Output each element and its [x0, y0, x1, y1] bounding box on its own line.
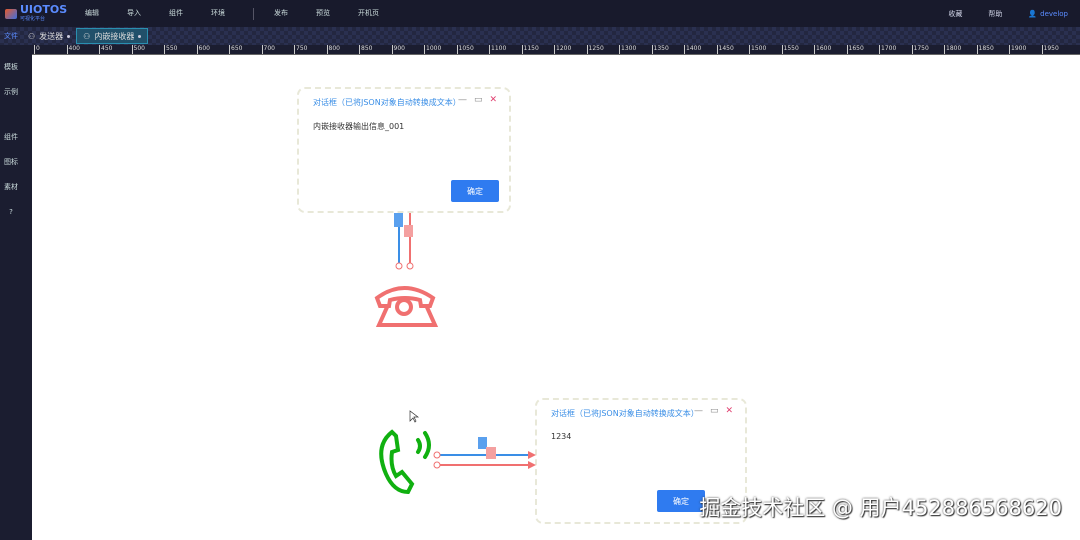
ruler-tick: 1500	[749, 45, 766, 54]
ruler-tick: 1900	[1009, 45, 1026, 54]
ruler-tick: 1250	[586, 45, 604, 54]
left-sidebar: 模板 示例 组件 图标 素材 ?	[0, 55, 22, 540]
sidebar-item-icons[interactable]: 图标	[0, 150, 22, 175]
ruler-tick: 400	[66, 45, 80, 54]
ruler-tick: 1300	[619, 45, 636, 54]
sidebar-item-file[interactable]: 文件	[0, 31, 22, 41]
help-button[interactable]: 帮助	[988, 9, 1002, 19]
ruler-tick: 1100	[489, 45, 506, 54]
tab-dot	[138, 34, 142, 38]
ruler-tick: 1050	[456, 45, 474, 54]
logo: UIOTOS 可视化平台	[5, 4, 75, 22]
tab-embedded-receiver[interactable]: ⚇ 内嵌接收器	[76, 28, 149, 44]
ruler-tick: 1800	[944, 45, 961, 54]
sidebar-item-components[interactable]: 组件	[0, 125, 22, 150]
vertical-ruler	[22, 55, 32, 540]
menu-item[interactable]: 发布	[274, 8, 288, 20]
menu-item[interactable]: 组件	[169, 8, 183, 20]
tab-dot	[67, 34, 71, 38]
telephone-icon	[374, 286, 439, 327]
menu-item[interactable]: 编辑	[85, 8, 99, 20]
ruler-tick: 1600	[814, 45, 831, 54]
ok-button[interactable]: 确定	[451, 180, 499, 202]
ruler-tick: 1850	[976, 45, 994, 54]
ruler-tick: 1200	[554, 45, 571, 54]
ruler-tick: 700	[261, 45, 275, 54]
ruler-tick: 0	[34, 45, 40, 54]
tab-sender[interactable]: ⚇ 发送器	[22, 28, 76, 44]
maximize-icon[interactable]: ▭	[710, 406, 719, 416]
user-menu[interactable]: 👤 develop	[1028, 10, 1068, 18]
phone-call-icon	[379, 429, 431, 495]
user-icon: 👤	[1028, 9, 1038, 18]
network-icon: ⚇	[28, 31, 36, 41]
minimize-icon[interactable]: —	[458, 95, 467, 105]
ruler-tick: 1950	[1041, 45, 1059, 54]
maximize-icon[interactable]: ▭	[474, 95, 483, 105]
sidebar-item-assets[interactable]: 素材	[0, 175, 22, 200]
link-red-vertical	[404, 213, 414, 270]
ruler-tick: 1750	[911, 45, 929, 54]
link-red-horizontal	[433, 447, 536, 469]
ruler-tick: 450	[99, 45, 112, 54]
ruler-tick: 850	[359, 45, 372, 54]
favorites-button[interactable]: 收藏	[948, 9, 962, 19]
close-icon[interactable]: ✕	[725, 406, 733, 416]
ok-button[interactable]: 确定	[657, 490, 705, 512]
network-icon: ⚇	[83, 31, 91, 41]
ruler-tick: 900	[391, 45, 405, 54]
cursor-icon	[409, 410, 420, 423]
sidebar-item-examples[interactable]: 示例	[0, 80, 22, 105]
ruler-tick: 600	[196, 45, 210, 54]
help-icon[interactable]: ?	[0, 200, 22, 225]
tab-bar: 文件 ⚇ 发送器 ⚇ 内嵌接收器	[0, 27, 1080, 45]
watermark: 掘金技术社区 @ 用户452886568620	[699, 496, 1062, 520]
ruler-tick: 1700	[879, 45, 896, 54]
dialog-1: 对话框（已将JSON对象自动转换成文本） — ▭ ✕ 内嵌接收器输出信息_001 确…	[297, 87, 511, 213]
ruler-tick: 500	[131, 45, 145, 54]
menu-item[interactable]: 预览	[316, 8, 330, 20]
main-menu: 编辑 导入 组件 环境 发布 预览 开机页	[85, 7, 407, 20]
top-bar: UIOTOS 可视化平台 编辑 导入 组件 环境 发布 预览 开机页 收藏 帮助 …	[0, 0, 1080, 27]
ruler-tick: 1550	[781, 45, 799, 54]
horizontal-ruler: 0 400 450 500 550 600 650 700 750 800 850 900 1000 10…	[32, 45, 1080, 55]
ruler-tick: 1000	[424, 45, 441, 54]
ruler-tick: 1450	[716, 45, 734, 54]
menu-item[interactable]: 环境	[211, 8, 225, 20]
link-blue-horizontal	[433, 437, 536, 459]
ruler-tick: 1350	[651, 45, 669, 54]
minimize-icon[interactable]: —	[694, 406, 703, 416]
ruler-tick: 550	[164, 45, 177, 54]
divider	[253, 7, 254, 20]
close-icon[interactable]: ✕	[489, 95, 497, 105]
ruler-tick: 750	[294, 45, 307, 54]
menu-item[interactable]: 导入	[127, 8, 141, 20]
ruler-tick: 800	[326, 45, 340, 54]
editor-canvas[interactable]: 对话框（已将JSON对象自动转换成文本） — ▭ ✕ 内嵌接收器输出信息_001 确…	[32, 55, 1080, 540]
ruler-tick: 1400	[684, 45, 701, 54]
ruler-tick: 1650	[846, 45, 864, 54]
menu-item[interactable]: 开机页	[358, 8, 379, 20]
sidebar-item-templates[interactable]: 模板	[0, 55, 22, 80]
ruler-tick: 1150	[521, 45, 539, 54]
link-blue-vertical	[394, 213, 403, 270]
ruler-tick: 650	[229, 45, 242, 54]
